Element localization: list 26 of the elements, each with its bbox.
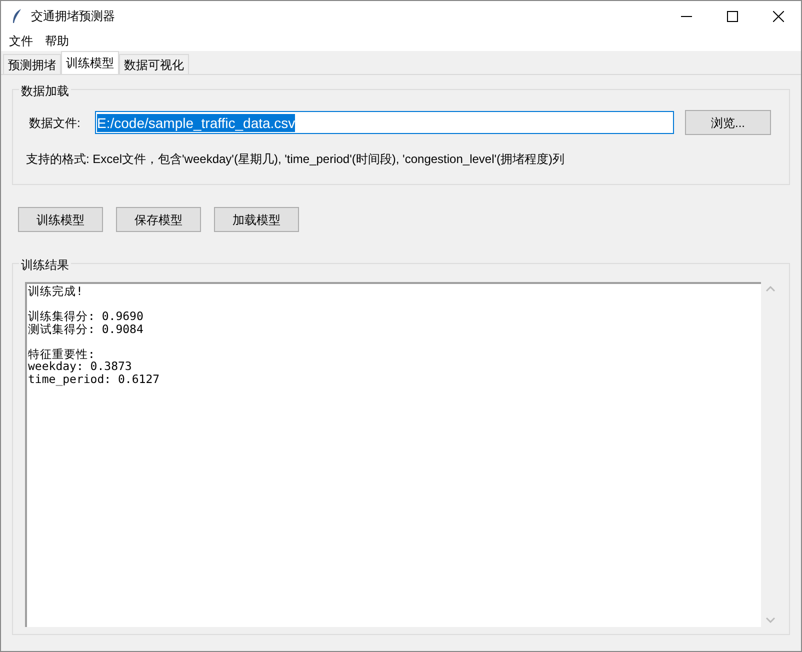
- tab[interactable]: 数据可视化: [119, 54, 189, 74]
- close-icon: [772, 10, 784, 22]
- action-button[interactable]: 训练模型: [18, 207, 103, 232]
- field-label: 数据文件:: [29, 114, 82, 132]
- output-line: 测试集得分: 0.9084: [28, 322, 144, 335]
- output-line: 特征重要性:: [28, 348, 96, 360]
- scroll-down-icon: [766, 617, 774, 623]
- action-button[interactable]: 加载模型: [214, 207, 299, 232]
- output-line: 训练完成!: [28, 285, 84, 298]
- tab[interactable]: 训练模型: [61, 51, 119, 74]
- menu-item[interactable]: 帮助: [39, 32, 75, 50]
- group-title: 数据加载: [19, 82, 71, 100]
- tab[interactable]: 预测拥堵: [3, 54, 61, 74]
- feather-icon: [11, 8, 23, 24]
- action-button[interactable]: 保存模型: [116, 207, 201, 232]
- maximize-icon: [726, 10, 738, 22]
- output-line: time_period: 0.6127: [28, 372, 161, 385]
- window-title: 交通拥堵预测器: [31, 8, 115, 25]
- format-hint: 支持的格式: Excel文件，包含'weekday'(星期几), 'time_period'(时间段), 'congestion_level'(拥堵程度)列: [26, 151, 566, 168]
- scroll-up-icon: [766, 286, 774, 292]
- file-path-field[interactable]: E:/code/sample_traffic_data.csv: [95, 111, 674, 134]
- output-line: 训练集得分: 0.9690: [28, 310, 144, 322]
- output-line: weekday: 0.3873: [28, 360, 133, 372]
- results-text-area[interactable]: 训练完成! 训练集得分: 0.9690 测试集得分: 0.9084 特征重要性: weekday: 0.3873 time_period: 0.6127: [25, 282, 761, 627]
- menu-item[interactable]: 文件: [3, 32, 39, 50]
- browse-button[interactable]: 浏览...: [685, 110, 771, 135]
